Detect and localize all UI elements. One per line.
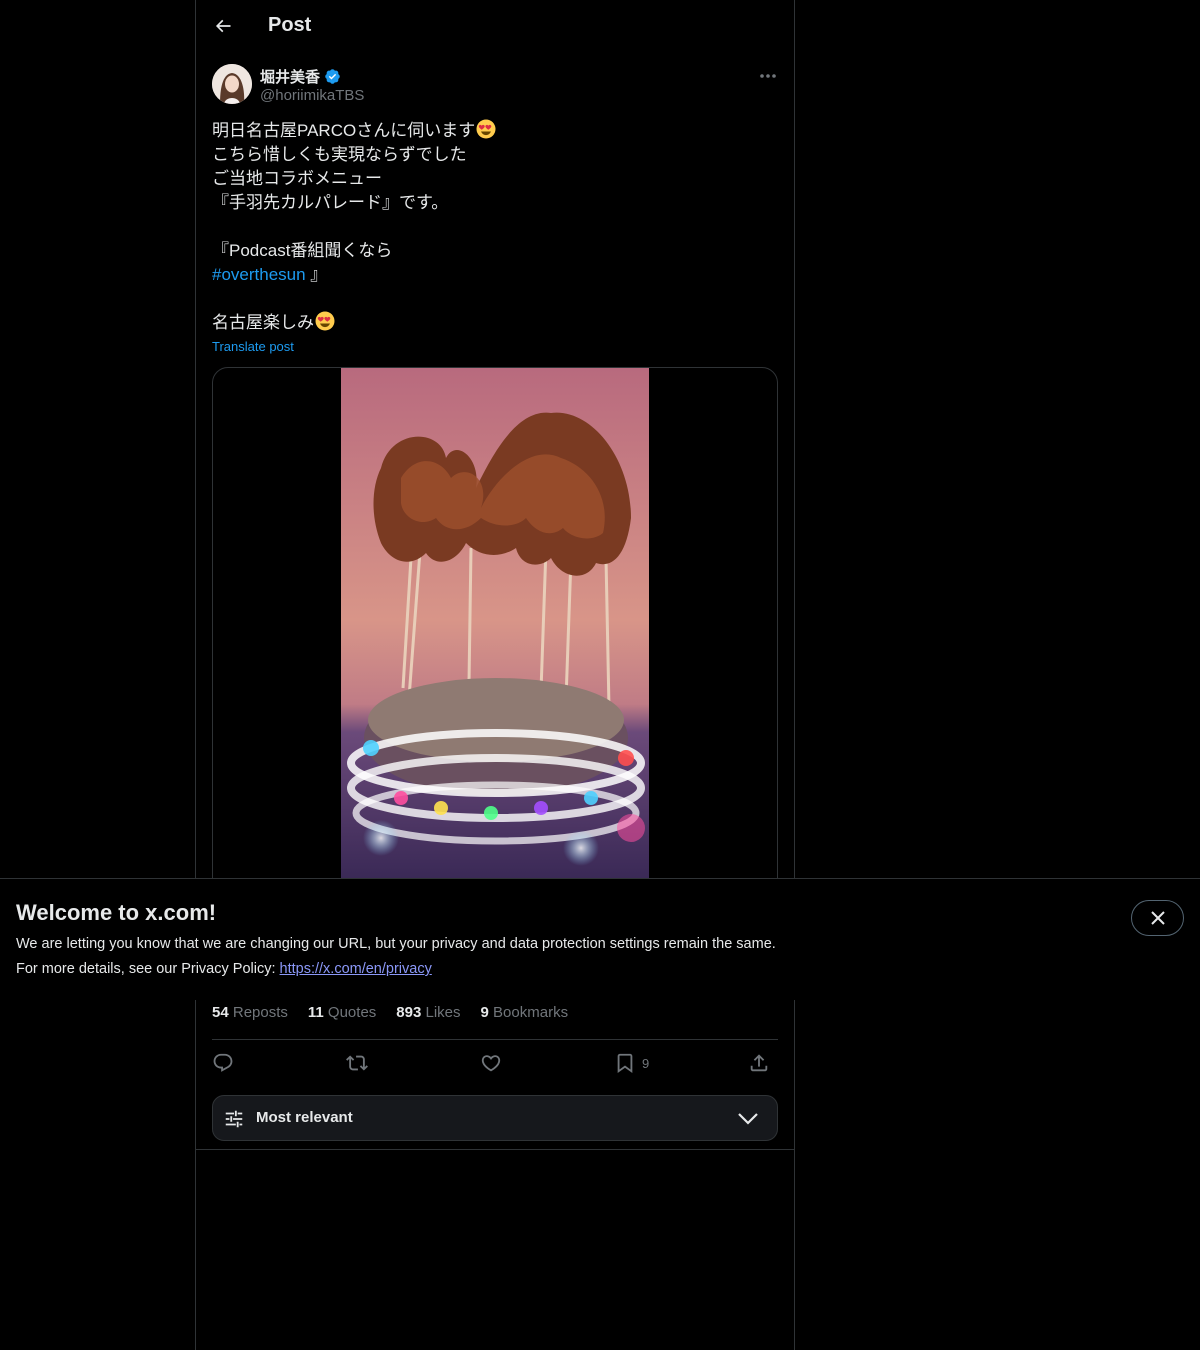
likes-label: Likes bbox=[425, 1004, 461, 1021]
repost-icon bbox=[346, 1055, 368, 1071]
privacy-policy-link[interactable]: https://x.com/en/privacy bbox=[280, 961, 432, 977]
post-line-text: 』 bbox=[305, 265, 328, 284]
post-line: 『手羽先カルパレード』です。 bbox=[212, 193, 449, 212]
reposts-stat[interactable]: 54 Reposts bbox=[212, 1004, 288, 1021]
video-thumbnail-image bbox=[341, 368, 649, 928]
more-options-button[interactable] bbox=[756, 66, 780, 86]
hashtag-link[interactable]: #overthesun bbox=[212, 265, 306, 284]
post-column: Post 堀井美香 @horiimikaTBS 明日名古屋PARCOさんに伺いま… bbox=[195, 0, 795, 1350]
quotes-stat[interactable]: 11 Quotes bbox=[308, 1004, 376, 1021]
avatar[interactable] bbox=[212, 64, 252, 104]
close-icon bbox=[1150, 911, 1165, 925]
banner-title: Welcome to x.com! bbox=[16, 900, 217, 925]
quotes-label: Quotes bbox=[327, 1004, 377, 1021]
bookmark-icon bbox=[617, 1053, 633, 1074]
banner-privacy-line: For more details, see our Privacy Policy… bbox=[16, 961, 432, 977]
top-bar: Post bbox=[196, 0, 794, 53]
translate-post-link[interactable]: Translate post bbox=[212, 339, 294, 354]
chevron-down-icon bbox=[738, 1113, 758, 1125]
share-icon bbox=[750, 1054, 768, 1072]
bookmarks-count: 9 bbox=[480, 1004, 489, 1021]
likes-count: 893 bbox=[396, 1004, 422, 1021]
author-name[interactable]: 堀井美香 bbox=[260, 66, 341, 87]
quotes-count: 11 bbox=[307, 1004, 324, 1021]
heart-eyes-emoji-icon bbox=[476, 119, 496, 139]
post-text: 明日名古屋PARCOさんに伺います こちら惜しくも実現ならずでした ご当地コラボ… bbox=[212, 119, 772, 335]
close-banner-button[interactable] bbox=[1131, 900, 1184, 936]
author-handle[interactable]: @horiimikaTBS bbox=[260, 87, 364, 104]
post-line: 明日名古屋PARCOさんに伺います bbox=[212, 119, 772, 143]
welcome-banner: Welcome to x.com! We are letting you kno… bbox=[0, 878, 1200, 1000]
section-divider bbox=[196, 1149, 794, 1150]
post-video[interactable] bbox=[212, 367, 778, 929]
heart-icon bbox=[481, 1055, 501, 1072]
banner-message: We are letting you know that we are chan… bbox=[16, 936, 776, 952]
like-button[interactable] bbox=[480, 1047, 502, 1079]
avatar-image bbox=[212, 64, 252, 104]
post-line: ご当地コラボメニュー bbox=[212, 169, 382, 188]
post-line: #overthesun 』 bbox=[212, 263, 772, 287]
reply-button[interactable] bbox=[212, 1047, 234, 1079]
post-line-text: 名古屋楽しみ bbox=[212, 313, 314, 332]
sort-replies-dropdown[interactable]: Most relevant bbox=[212, 1095, 778, 1141]
verified-badge-icon bbox=[325, 69, 340, 84]
likes-stat[interactable]: 893 Likes bbox=[396, 1004, 460, 1021]
post-stats: 54 Reposts 11 Quotes 893 Likes 9 Bookmar… bbox=[212, 1004, 568, 1021]
bookmark-count: 9 bbox=[642, 1055, 650, 1071]
reposts-label: Reposts bbox=[232, 1004, 288, 1021]
post-line: こちら惜しくも実現ならずでした bbox=[212, 145, 467, 164]
back-arrow-icon bbox=[215, 19, 231, 33]
repost-button[interactable] bbox=[346, 1047, 368, 1079]
banner-privacy-prefix: For more details, see our Privacy Policy… bbox=[16, 961, 280, 977]
author-name-text: 堀井美香 bbox=[260, 69, 321, 86]
sort-label: Most relevant bbox=[256, 1109, 353, 1126]
heart-eyes-emoji-icon bbox=[315, 311, 335, 331]
back-button[interactable] bbox=[208, 11, 238, 41]
bookmarks-stat[interactable]: 9 Bookmarks bbox=[481, 1004, 569, 1021]
post-line: 名古屋楽しみ bbox=[212, 311, 772, 335]
page-title: Post bbox=[268, 14, 312, 36]
reposts-count: 54 bbox=[212, 1004, 229, 1021]
action-bar: 9 bbox=[212, 1047, 778, 1079]
reply-icon bbox=[213, 1053, 233, 1072]
bookmarks-label: Bookmarks bbox=[493, 1004, 569, 1021]
more-dots-icon bbox=[760, 74, 776, 78]
post-line-text: 明日名古屋PARCOさんに伺います bbox=[212, 121, 476, 140]
post-line: 『Podcast番組聞くなら bbox=[212, 241, 393, 260]
filter-sliders-icon bbox=[225, 1110, 243, 1128]
stats-divider bbox=[212, 1039, 778, 1040]
bookmark-button[interactable]: 9 bbox=[614, 1047, 649, 1079]
share-button[interactable] bbox=[748, 1047, 770, 1079]
